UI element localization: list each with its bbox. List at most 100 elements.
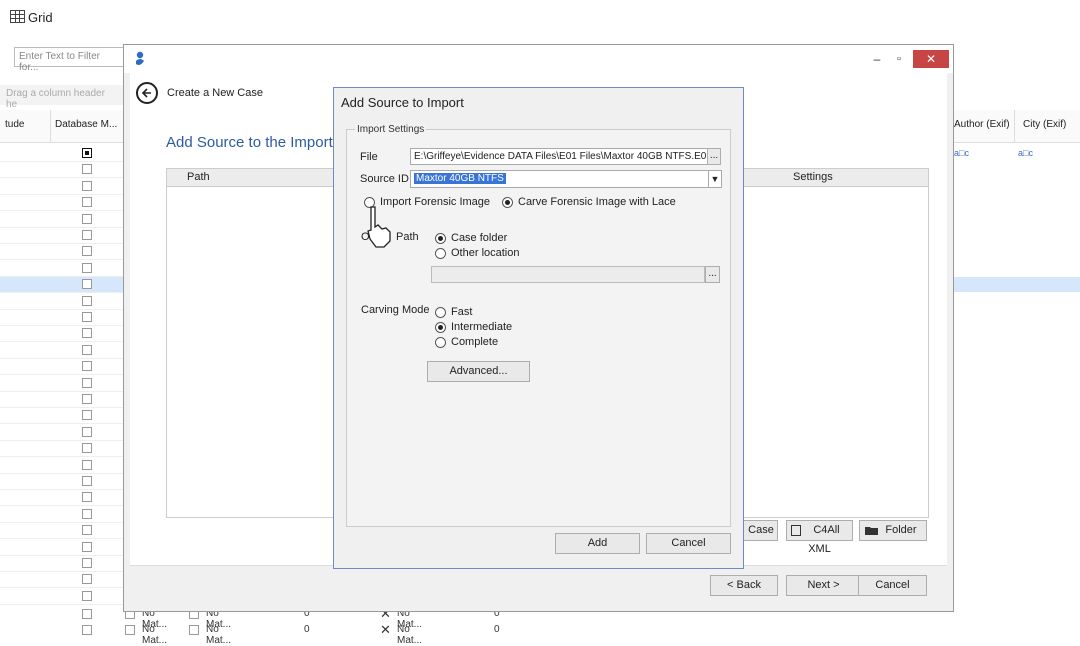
advanced-button[interactable]: Advanced... [427,361,530,382]
file-path-input[interactable]: E:\Griffeye\Evidence DATA Files\E01 File… [410,148,709,165]
row-checkbox[interactable] [82,574,92,585]
row-checkbox[interactable] [82,590,92,601]
column-header-path[interactable]: Path [187,171,210,183]
row-divider [0,439,124,441]
browse-file-button[interactable]: ... [707,148,721,165]
other-location-label[interactable]: Other location [451,247,519,259]
other-location-radio[interactable] [435,248,446,259]
row-checkbox[interactable] [82,312,92,322]
column-header-settings[interactable]: Settings [793,171,833,183]
column-header-database-match[interactable]: Database M... [55,119,117,130]
row-checkbox[interactable] [125,625,135,635]
close-button[interactable]: ✕ [913,50,949,68]
add-button[interactable]: Add [555,533,640,554]
carving-fast-label[interactable]: Fast [451,306,472,318]
import-settings-group: Import Settings File E:\Griffeye\Evidenc… [346,124,731,527]
row-checkbox[interactable] [189,625,199,635]
minimize-button[interactable]: – [869,51,885,67]
browse-output-button[interactable]: ... [705,266,720,283]
app-logo-icon [136,51,144,65]
add-folder-button[interactable]: Folder [859,520,927,541]
back-button[interactable]: < Back [710,575,778,596]
row-checkbox[interactable] [82,625,92,635]
filter-input[interactable]: Enter Text to Filter for... [14,47,126,73]
group-label: Import Settings [355,124,427,135]
row-checkbox[interactable] [82,609,92,619]
row-divider [0,554,124,556]
breadcrumb: Create a New Case [167,87,263,99]
cancel-button[interactable]: Cancel [646,533,731,554]
row-checkbox[interactable] [82,279,92,290]
import-forensic-image-label[interactable]: Import Forensic Image [380,196,490,208]
row-checkbox[interactable] [82,410,92,421]
row-checkbox[interactable] [82,377,92,388]
row-divider [0,341,124,343]
row-divider [0,456,124,458]
carving-complete-radio[interactable] [435,337,446,348]
row-checkbox[interactable] [82,246,92,257]
row-checkbox[interactable] [82,197,92,208]
row-divider [0,587,124,589]
maximize-button[interactable]: ▫ [891,51,907,67]
row-checkbox[interactable] [82,262,92,273]
column-header-city-exif[interactable]: City (Exif) [1023,119,1066,130]
row-checkbox[interactable] [82,230,92,240]
row-checkbox[interactable] [82,525,92,536]
row-checkbox[interactable] [82,213,92,224]
row-divider [0,259,124,261]
case-window-titlebar: – ▫ ✕ [124,45,953,73]
output-path-input[interactable] [431,266,705,283]
row-checkbox[interactable] [82,541,92,552]
row-checkbox[interactable] [82,164,92,175]
row-divider [0,423,124,425]
carving-fast-radio[interactable] [435,307,446,318]
back-arrow-icon[interactable] [136,82,158,104]
row-checkbox[interactable] [82,328,92,339]
row-checkbox[interactable] [82,443,92,454]
group-by-drag-area: Drag a column header he [0,85,124,110]
row-checkbox[interactable] [82,344,92,355]
row-checkbox[interactable] [82,361,92,372]
column-divider [1014,110,1015,142]
row-divider [0,226,124,228]
next-button[interactable]: Next > [786,575,861,596]
row-checkbox[interactable] [82,295,92,306]
carve-forensic-image-radio[interactable] [502,197,513,208]
row-checkbox[interactable] [82,492,92,503]
carving-intermediate-radio[interactable] [435,322,446,333]
row-divider [0,177,124,179]
row-divider [0,161,124,162]
row-divider [0,505,124,507]
column-header-author-exif[interactable]: Author (Exif) [954,119,1010,130]
row-divider [0,325,124,326]
carving-intermediate-label[interactable]: Intermediate [451,321,512,333]
row-checkbox[interactable] [82,426,92,437]
source-id-input[interactable]: Maxtor 40GB NTFS [410,170,710,188]
row-checkbox[interactable] [82,459,92,470]
add-source-dialog: Add Source to Import Import Settings Fil… [333,87,744,569]
row-checkbox[interactable] [82,394,92,404]
select-all-checkbox[interactable] [82,148,92,158]
column-header-latitude[interactable]: tude [5,119,24,130]
dialog-title: Add Source to Import [341,95,464,110]
row-divider [0,571,124,572]
page-title: Add Source to the Import [166,134,333,151]
c4all-xml-button[interactable]: C4All XML [786,520,853,555]
row-checkbox[interactable] [82,508,92,519]
carving-complete-label[interactable]: Complete [451,336,498,348]
row-checkbox[interactable] [82,180,92,191]
grid-icon [10,10,25,23]
row-divider [0,407,124,408]
row-divider [0,489,124,490]
chevron-down-icon[interactable]: ▼ [708,170,722,188]
file-label: File [360,151,378,163]
row-divider [0,521,124,523]
case-folder-label[interactable]: Case folder [451,232,507,244]
case-folder-radio[interactable] [435,233,446,244]
row-checkbox[interactable] [82,476,92,486]
output-path-label: Path [396,231,419,243]
row-divider [0,243,124,244]
cancel-case-button[interactable]: Cancel [858,575,927,596]
carve-forensic-image-label[interactable]: Carve Forensic Image with Lace [518,196,676,208]
row-checkbox[interactable] [82,558,92,568]
